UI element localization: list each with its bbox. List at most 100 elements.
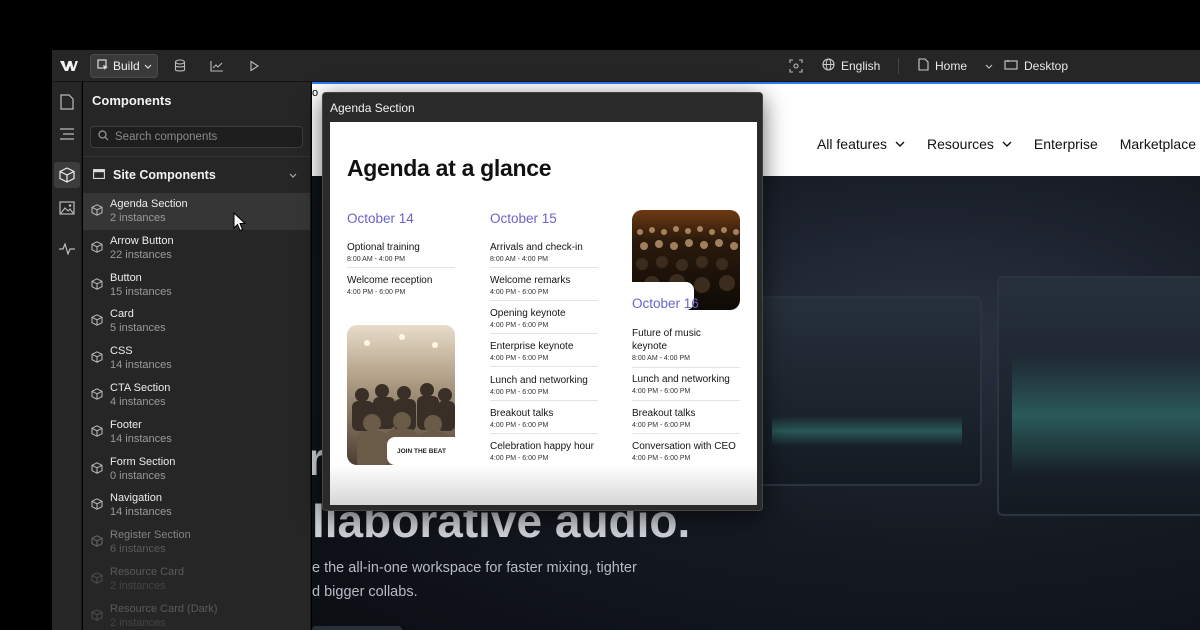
- agenda-event: Enterprise keynote 4:00 PM - 6:00 PM: [490, 340, 600, 362]
- event-time: 8:00 AM - 4:00 PM: [490, 256, 548, 263]
- hero-subtitle-line1: e the all-in-one workspace for faster mi…: [312, 560, 637, 576]
- instance-count: 5 instances: [110, 322, 166, 335]
- component-cube-icon: [91, 241, 103, 253]
- canvas-breadcrumb: o: [312, 87, 319, 99]
- preview-title: Agenda Section: [330, 101, 415, 115]
- agenda-event: Opening keynote 4:00 PM - 6:00 PM: [490, 307, 600, 329]
- hero-cta-button[interactable]: [312, 626, 402, 630]
- build-mode-button[interactable]: Build: [90, 54, 158, 78]
- component-cube-icon: [91, 388, 103, 400]
- event-title: Welcome reception: [347, 275, 433, 286]
- event-time: 4:00 PM - 6:00 PM: [490, 389, 549, 396]
- component-item-arrow-button[interactable]: Arrow Button 22 instances: [83, 230, 310, 267]
- event-title: Opening keynote: [490, 308, 566, 319]
- search-icon: [98, 128, 109, 146]
- component-name: CTA Section: [110, 381, 171, 394]
- concert-crowd-photo: [632, 210, 740, 310]
- left-tool-rail: [52, 82, 82, 630]
- interactions-pulse-icon[interactable]: [54, 236, 80, 262]
- event-time: 4:00 PM - 6:00 PM: [632, 455, 691, 462]
- event-time: 4:00 PM - 6:00 PM: [490, 355, 549, 362]
- event-title: Breakout talks: [490, 408, 554, 419]
- event-time: 8:00 AM - 4:00 PM: [347, 256, 405, 263]
- waveform-glow: [1012, 356, 1200, 476]
- nav-marketplace[interactable]: Marketplace: [1120, 136, 1196, 152]
- components-panel: Components Site Components Agenda Sectio…: [83, 82, 311, 630]
- assets-image-icon[interactable]: [54, 195, 80, 221]
- agenda-event: Welcome remarks 4:00 PM - 6:00 PM: [490, 274, 600, 296]
- component-item-register-section[interactable]: Register Section 6 instances: [83, 524, 310, 561]
- page-selector[interactable]: Home: [918, 50, 993, 82]
- component-item-css[interactable]: CSS 14 instances: [83, 340, 310, 377]
- component-name: Arrow Button: [110, 234, 174, 247]
- component-name: Register Section: [110, 529, 191, 542]
- component-cube-icon: [91, 609, 103, 621]
- focus-frame-icon[interactable]: [786, 56, 806, 76]
- designer-toolbar: Build English Home Desktop: [52, 50, 1200, 82]
- desktop-breakpoint-icon: [1004, 59, 1018, 74]
- nav-all-features[interactable]: All features: [817, 136, 905, 152]
- site-components-section-toggle[interactable]: Site Components: [83, 162, 310, 188]
- agenda-heading: Agenda at a glance: [347, 155, 552, 181]
- component-item-button[interactable]: Button 15 instances: [83, 267, 310, 304]
- navigator-icon[interactable]: [54, 121, 80, 147]
- instance-count: 0 instances: [110, 469, 166, 482]
- agenda-event: Lunch and networking 4:00 PM - 6:00 PM: [632, 373, 747, 395]
- agenda-event: Conversation with CEO 4:00 PM - 6:00 PM: [632, 440, 750, 462]
- chevron-down-icon: [1002, 141, 1012, 147]
- event-time: 4:00 PM - 6:00 PM: [632, 422, 691, 429]
- component-cube-icon: [91, 498, 103, 511]
- component-list: Agenda Section 2 instances Arrow Button …: [83, 193, 310, 630]
- event-title: Arrivals and check-in: [490, 242, 583, 253]
- toolbar-divider: [898, 58, 899, 74]
- pages-icon[interactable]: [54, 89, 80, 115]
- locale-selector[interactable]: English: [822, 50, 880, 82]
- component-item-navigation[interactable]: Navigation 14 instances: [83, 487, 310, 524]
- event-title: Welcome remarks: [490, 275, 571, 286]
- mouse-pointer-icon: [233, 212, 247, 232]
- event-divider: [632, 400, 740, 401]
- component-name: Button: [110, 271, 142, 284]
- component-search-box[interactable]: [90, 126, 303, 148]
- site-nav-links: All features Resources Enterprise Market…: [817, 136, 1196, 152]
- locale-label: English: [841, 59, 881, 73]
- database-icon[interactable]: [170, 56, 190, 76]
- event-time: 4:00 PM - 6:00 PM: [347, 289, 406, 296]
- component-item-agenda-section[interactable]: Agenda Section 2 instances: [83, 193, 310, 230]
- event-title: Future of music keynote: [632, 328, 701, 352]
- component-item-resource-card[interactable]: Resource Card 2 instances: [83, 561, 310, 598]
- nav-enterprise[interactable]: Enterprise: [1034, 136, 1098, 152]
- nav-label: Marketplace: [1119, 136, 1196, 152]
- component-item-form-section[interactable]: Form Section 0 instances: [83, 451, 310, 488]
- component-item-footer[interactable]: Footer 14 instances: [83, 414, 310, 451]
- event-time: 4:00 PM - 6:00 PM: [490, 455, 549, 462]
- component-item-resource-card-dark[interactable]: Resource Card (Dark) 2 instances: [83, 598, 310, 630]
- component-item-cta-section[interactable]: CTA Section 4 instances: [83, 377, 310, 414]
- instance-count: 4 instances: [110, 395, 166, 408]
- play-preview-icon[interactable]: [244, 56, 264, 76]
- window-section-icon: [93, 168, 105, 182]
- component-item-card[interactable]: Card 5 instances: [83, 303, 310, 340]
- search-components-input[interactable]: [115, 131, 295, 143]
- component-cube-icon: [91, 314, 103, 327]
- nav-label: Enterprise: [1033, 136, 1098, 152]
- instance-count: 2 instances: [110, 616, 166, 629]
- event-divider: [632, 367, 740, 368]
- event-time: 8:00 AM - 4:00 PM: [632, 355, 690, 362]
- component-cube-icon: [91, 204, 103, 216]
- chevron-down-icon: [895, 141, 905, 147]
- analytics-chart-icon[interactable]: [207, 56, 227, 76]
- agenda-event: Arrivals and check-in 8:00 AM - 4:00 PM: [490, 241, 600, 263]
- instance-count: 14 instances: [110, 506, 172, 519]
- webflow-logo-icon[interactable]: [56, 54, 82, 78]
- event-time: 4:00 PM - 6:00 PM: [490, 289, 549, 296]
- event-time: 4:00 PM - 6:00 PM: [632, 388, 691, 395]
- event-divider: [490, 267, 598, 268]
- waveform-glow: [772, 416, 962, 446]
- breakpoint-selector[interactable]: Desktop: [1004, 50, 1068, 82]
- panel-title: Components: [92, 93, 172, 108]
- event-title: Breakout talks: [632, 408, 696, 419]
- components-cube-icon[interactable]: [54, 162, 80, 188]
- day-label: October 14: [347, 211, 414, 226]
- nav-resources[interactable]: Resources: [927, 136, 1012, 152]
